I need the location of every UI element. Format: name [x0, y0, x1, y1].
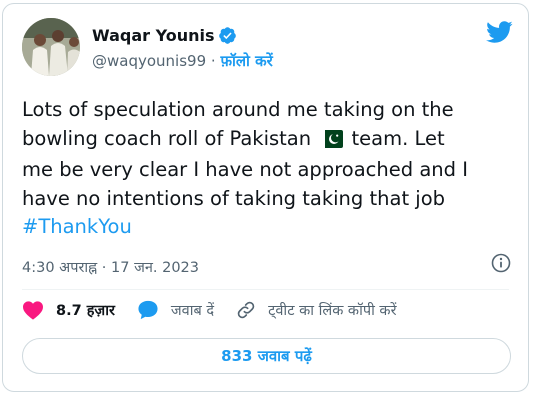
copy-link-button[interactable]: ट्वीट का लिंक कॉपी करें: [236, 300, 397, 320]
info-icon[interactable]: [491, 253, 511, 273]
divider: [22, 289, 509, 290]
tweet-text-segment: bowling coach roll of Pakistan: [22, 126, 312, 150]
tweet-text-line: Lots of speculation around me taking on …: [22, 98, 454, 121]
reply-label: जवाब दें: [170, 303, 215, 319]
author-handle[interactable]: @waqyounis99: [92, 52, 206, 70]
action-bar: 8.7 हज़ार जवाब दें ट्वीट का लिंक कॉपी कर…: [22, 300, 419, 320]
timestamp[interactable]: 4:30 अपराह्न · 17 जन. 2023: [22, 257, 199, 277]
tweet-text-line: bowling coach roll of Pakistan team. Let: [22, 125, 517, 157]
pakistan-flag-emoji: [319, 128, 344, 157]
tweet-text-segment: team. Let: [351, 126, 445, 150]
author-name[interactable]: Waqar Younis: [92, 26, 214, 45]
follow-button[interactable]: फ़ॉलो करें: [220, 52, 272, 70]
author-row: Waqar Younis: [92, 26, 237, 45]
avatar[interactable]: [22, 18, 80, 76]
verified-badge-icon: [218, 26, 237, 45]
like-count: 8.7 हज़ार: [56, 303, 115, 319]
reply-bubble-icon: [138, 300, 158, 320]
tweet-card: Waqar Younis @waqyounis99 · फ़ॉलो करें L…: [2, 3, 529, 392]
tweet-text: Lots of speculation around me taking on …: [22, 96, 517, 242]
like-button[interactable]: 8.7 हज़ार: [22, 300, 115, 320]
hashtag-link[interactable]: #ThankYou: [22, 213, 517, 242]
reply-button[interactable]: जवाब दें: [137, 300, 214, 320]
tweet-text-line: have no intentions of taking taking that…: [22, 186, 446, 210]
separator: ·: [206, 52, 221, 70]
copy-link-label: ट्वीट का लिंक कॉपी करें: [268, 303, 397, 319]
handle-row: @waqyounis99 · फ़ॉलो करें: [92, 51, 273, 71]
tweet-text-line: me be very clear I have not approached a…: [22, 158, 468, 181]
link-icon: [237, 301, 255, 319]
twitter-bird-icon[interactable]: [485, 20, 513, 44]
read-replies-button[interactable]: 833 जवाब पढ़ें: [22, 338, 511, 374]
heart-icon: [23, 301, 43, 320]
